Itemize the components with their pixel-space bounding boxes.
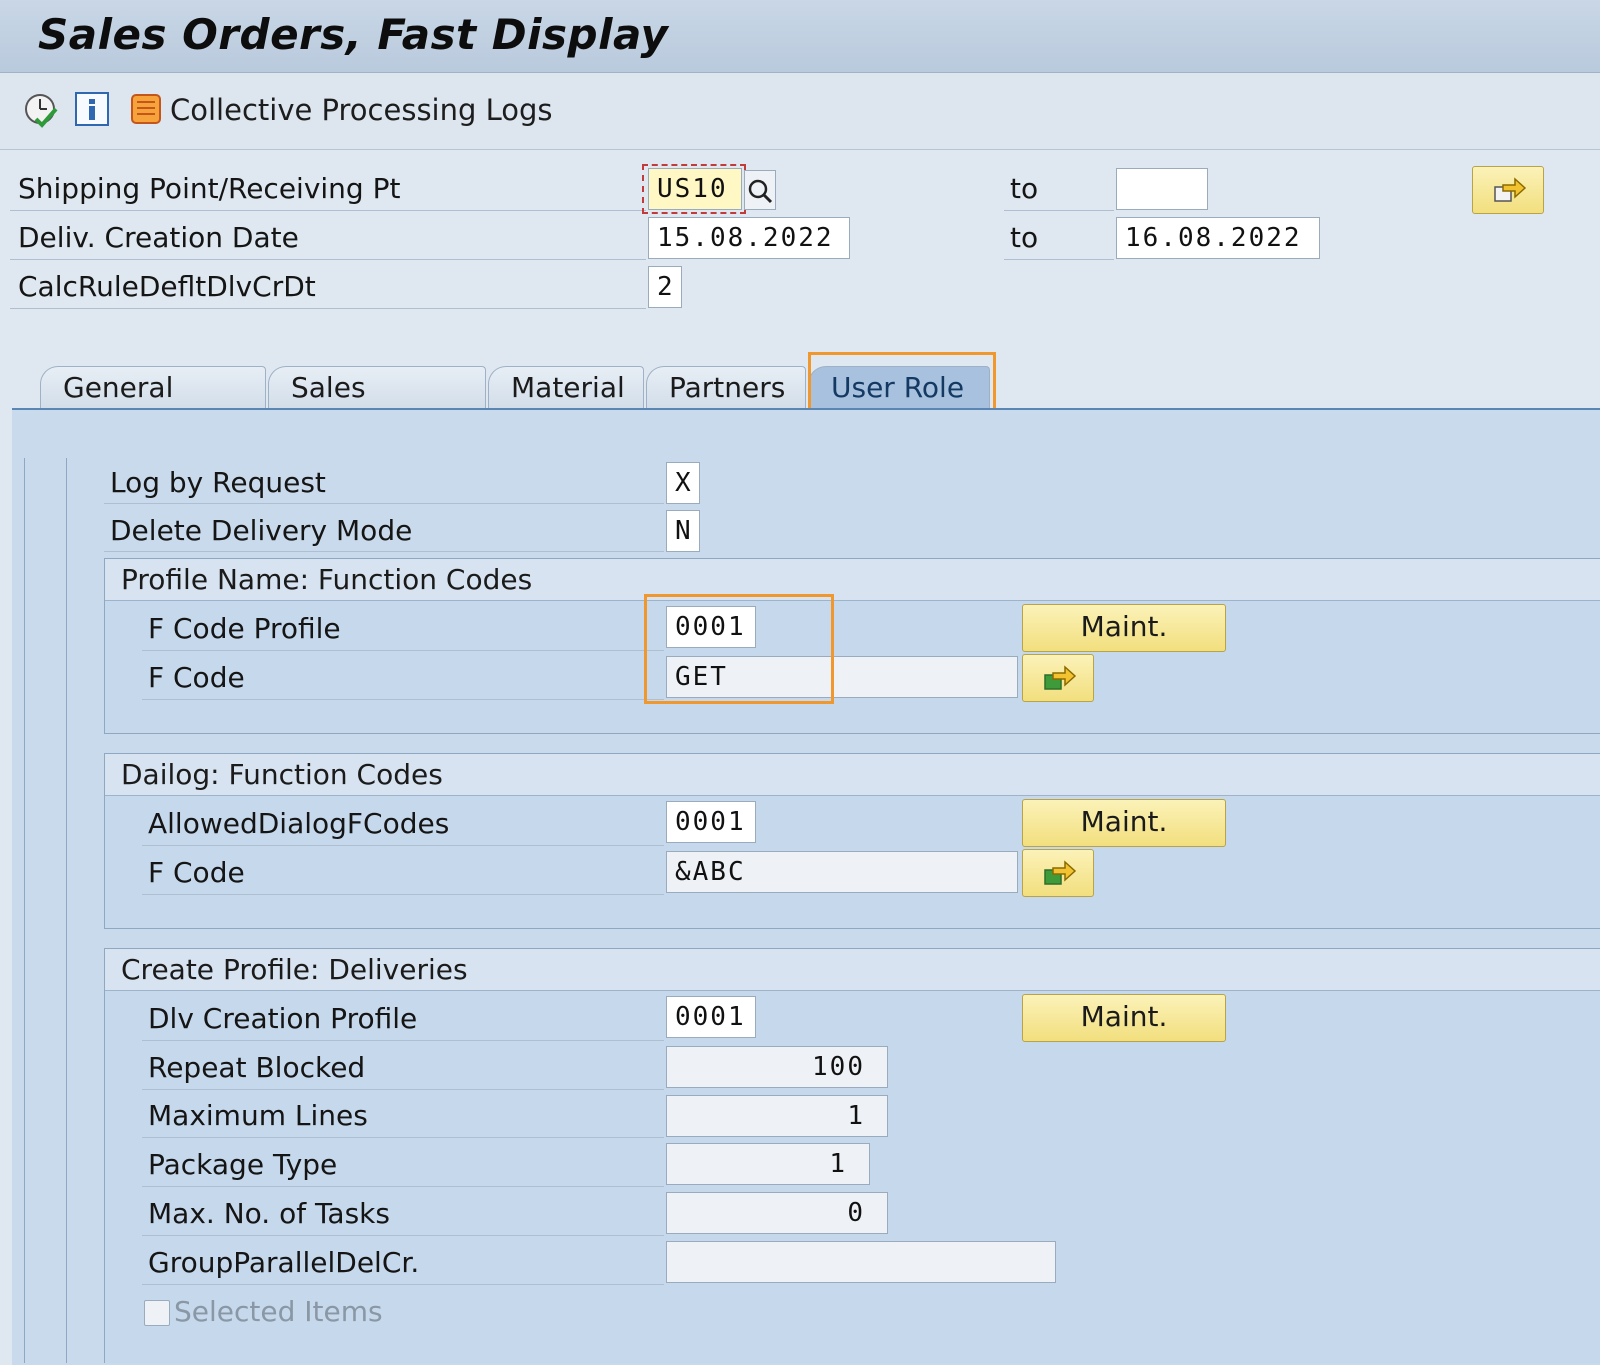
row-underline [142,1089,664,1090]
log-by-request-label: Log by Request [110,466,326,499]
creation-date-from-input[interactable]: 15.08.2022 [648,217,850,259]
multiple-selection-button[interactable] [1472,166,1544,214]
row-underline [142,845,664,846]
group-parallel-input[interactable] [666,1241,1056,1283]
creation-date-label: Deliv. Creation Date [18,221,299,254]
fcode-label: F Code [148,661,245,694]
dialog-fcode-input[interactable]: &ABC [666,851,1018,893]
arrow-right-icon [1044,665,1077,690]
calc-rule-input[interactable]: 2 [648,266,682,308]
shipping-point-to-input[interactable] [1116,168,1208,210]
search-help-icon[interactable] [744,170,776,210]
allowed-dialog-fcodes-input[interactable]: 0001 [666,801,756,843]
maint-button[interactable]: Maint. [1022,799,1226,847]
group-profile-function-codes: Profile Name: Function Codes [104,558,1600,734]
row-underline [10,308,646,309]
row-underline [142,1284,664,1285]
dialog-fcode-label: F Code [148,856,245,889]
package-type-label: Package Type [148,1148,338,1181]
tab-partners[interactable]: Partners [646,366,806,410]
row-underline [1004,210,1114,211]
arrow-right-icon [1494,177,1527,202]
maximum-lines-label: Maximum Lines [148,1099,368,1132]
selected-items-label: Selected Items [174,1295,383,1328]
dlv-creation-profile-label: Dlv Creation Profile [148,1002,418,1035]
maximum-lines-input[interactable]: 1 [666,1095,888,1137]
package-type-input[interactable]: 1 [666,1143,870,1185]
row-underline [142,650,664,651]
shipping-point-label: Shipping Point/Receiving Pt [18,172,401,205]
fcode-profile-label: F Code Profile [148,612,341,645]
row-underline [142,1235,664,1236]
dlv-creation-profile-input[interactable]: 0001 [666,996,756,1038]
group-header: Dailog: Function Codes [105,754,1600,796]
creation-date-to-label: to [1010,221,1039,254]
info-icon[interactable] [74,91,112,129]
allowed-dialog-fcodes-label: AllowedDialogFCodes [148,807,450,840]
tab-material[interactable]: Material [488,366,644,410]
group-header: Create Profile: Deliveries [105,949,1600,991]
delete-delivery-mode-input[interactable]: N [666,510,700,552]
group-dialog-function-codes: Dailog: Function Codes [104,753,1600,929]
title-bar: Sales Orders, Fast Display [0,0,1600,73]
row-underline [142,1040,664,1041]
shipping-point-to-label: to [1010,172,1039,205]
calc-rule-label: CalcRuleDefltDlvCrDt [18,270,316,303]
creation-date-to-input[interactable]: 16.08.2022 [1116,217,1320,259]
execute-clock-icon[interactable] [22,91,60,129]
max-tasks-label: Max. No. of Tasks [148,1197,390,1230]
row-underline [10,210,646,211]
delete-delivery-mode-label: Delete Delivery Mode [110,514,413,547]
row-underline [104,551,664,552]
max-tasks-input[interactable]: 0 [666,1192,888,1234]
group-header: Profile Name: Function Codes [105,559,1600,601]
row-underline [104,503,664,504]
maint-button[interactable]: Maint. [1022,994,1226,1042]
arrow-right-icon [1044,860,1077,885]
selected-items-checkbox[interactable] [144,1300,170,1326]
row-underline [10,259,646,260]
row-underline [1004,259,1114,260]
tab-sales-orders[interactable]: Sales Orders [268,366,486,437]
tab-general-data[interactable]: General Data [40,366,266,437]
fcode-multiple-selection-button[interactable] [1022,654,1094,702]
highlight-fcode-frame [644,594,834,704]
log-by-request-input[interactable]: X [666,462,700,504]
row-underline [142,894,664,895]
collective-processing-logs-button[interactable]: Collective Processing Logs [170,93,553,127]
dialog-fcode-multiple-selection-button[interactable] [1022,849,1094,897]
group-parallel-label: GroupParallelDelCr. [148,1246,420,1279]
page-title: Sales Orders, Fast Display [38,10,669,59]
row-underline [142,1186,664,1187]
application-toolbar: Collective Processing Logs [0,73,1600,150]
row-underline [142,699,664,700]
focus-frame [642,164,746,214]
repeat-blocked-label: Repeat Blocked [148,1051,366,1084]
repeat-blocked-input[interactable]: 100 [666,1046,888,1088]
logs-scroll-icon[interactable] [126,91,164,129]
row-underline [142,1137,664,1138]
maint-button[interactable]: Maint. [1022,604,1226,652]
